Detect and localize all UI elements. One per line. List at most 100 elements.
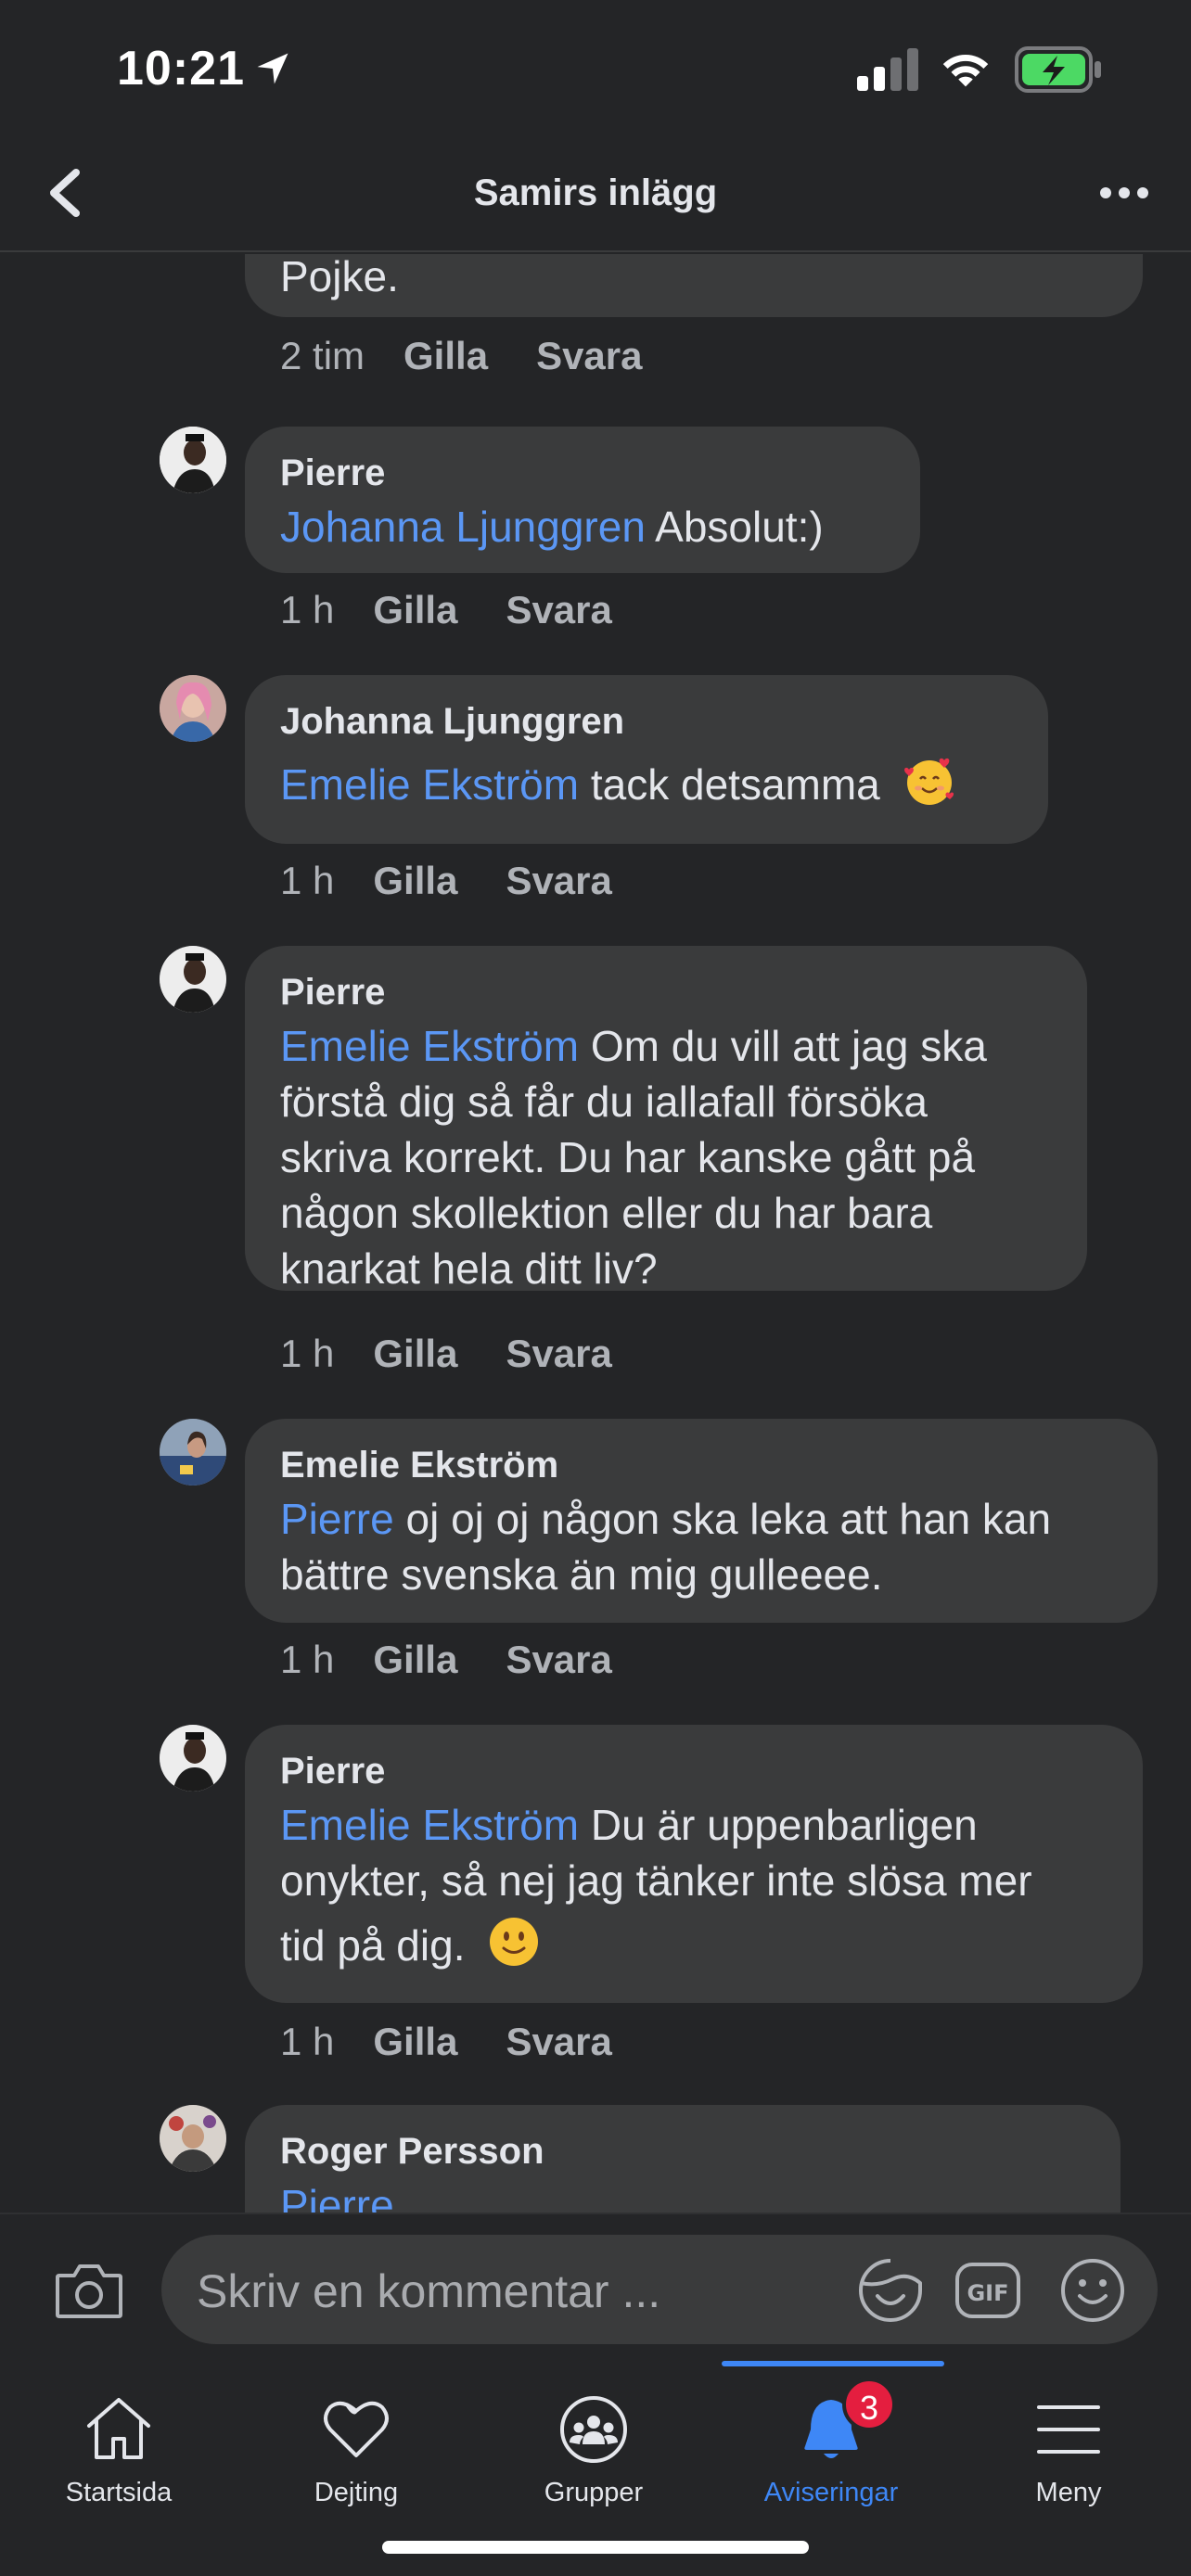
mention-link[interactable]: Emelie Ekström bbox=[280, 1022, 579, 1070]
comment-author[interactable]: Pierre bbox=[280, 966, 1052, 1018]
status-bar: 10:21 bbox=[0, 0, 1191, 139]
comment-text: Du är uppenbarligen bbox=[579, 1801, 978, 1849]
like-button[interactable]: Gilla bbox=[373, 588, 457, 632]
comment-text: Absolut:) bbox=[645, 503, 824, 551]
page-title: Samirs inlägg bbox=[473, 172, 718, 213]
comment-author[interactable]: Pierre bbox=[280, 447, 885, 499]
mention-link[interactable]: Pierre bbox=[280, 1495, 394, 1543]
like-button[interactable]: Gilla bbox=[373, 2020, 457, 2064]
comment-author[interactable]: Emelie Ekström bbox=[280, 1439, 1122, 1491]
profile-photo bbox=[160, 946, 226, 1013]
avatar[interactable] bbox=[160, 1419, 226, 1486]
comment-bubble: Roger Persson Pierre bbox=[245, 2105, 1121, 2213]
profile-photo bbox=[160, 1419, 226, 1486]
cellular-signal-icon bbox=[857, 48, 918, 91]
avatar[interactable] bbox=[160, 675, 226, 742]
tab-meny[interactable]: Meny bbox=[950, 2361, 1187, 2576]
mention-link[interactable]: Emelie Ekström bbox=[280, 760, 579, 809]
svg-text:GIF: GIF bbox=[967, 2280, 1008, 2306]
like-button[interactable]: Gilla bbox=[373, 1638, 457, 1682]
comment-actions: 2 tim Gilla Svara bbox=[280, 334, 691, 378]
tab-label: Aviseringar bbox=[763, 2478, 899, 2507]
tab-startsida[interactable]: Startsida bbox=[0, 2361, 237, 2576]
reply-button[interactable]: Svara bbox=[506, 2020, 611, 2064]
reply-button[interactable]: Svara bbox=[506, 588, 611, 632]
tab-label: Dejting bbox=[314, 2478, 399, 2507]
comment-actions: 1 h Gilla Svara bbox=[280, 1332, 660, 1376]
comment-input-placeholder: Skriv en kommentar ... bbox=[197, 2265, 661, 2317]
battery-charging-icon bbox=[1015, 46, 1101, 93]
avatar[interactable] bbox=[160, 946, 226, 1013]
comment-text: bättre svenska än mig gulleeee. bbox=[280, 1550, 883, 1599]
comment-time: 1 h bbox=[280, 1332, 335, 1375]
comment-time: 1 h bbox=[280, 2020, 335, 2063]
comment-author[interactable]: Pierre bbox=[280, 1745, 1108, 1797]
comment-text: Om du vill att jag ska bbox=[579, 1022, 987, 1070]
groups-icon bbox=[560, 2396, 627, 2463]
wifi-icon bbox=[942, 54, 989, 87]
comment-text: förstå dig så får du iallafall försöka bbox=[280, 1078, 928, 1126]
menu-icon bbox=[1037, 2405, 1100, 2454]
heart-icon bbox=[324, 2401, 389, 2457]
comment-text: Pojke. bbox=[280, 254, 399, 300]
comment-text: någon skollektion eller du har bara bbox=[280, 1189, 933, 1237]
comment-bubble: Johanna Ljunggren Emelie Ekström tack de… bbox=[245, 675, 1048, 844]
tab-label: Startsida bbox=[65, 2478, 173, 2507]
comment-bubble: Pierre Emelie Ekström Om du vill att jag… bbox=[245, 946, 1087, 1293]
like-button[interactable]: Gilla bbox=[373, 859, 457, 903]
home-indicator bbox=[382, 2541, 809, 2554]
mention-link[interactable]: Pierre bbox=[280, 2181, 394, 2213]
gif-icon[interactable]: GIF bbox=[954, 2259, 1022, 2322]
like-button[interactable]: Gilla bbox=[403, 334, 488, 378]
comment-bubble: Pierre Johanna Ljunggren Absolut:) bbox=[245, 427, 920, 573]
comment-author[interactable]: Johanna Ljunggren bbox=[280, 695, 1013, 747]
sticker-icon[interactable] bbox=[855, 2255, 926, 2326]
avatar[interactable] bbox=[160, 427, 226, 493]
comment-bubble: Emelie Ekström Pierre oj oj oj någon ska… bbox=[245, 1419, 1158, 1623]
comment-actions: 1 h Gilla Svara bbox=[280, 2020, 660, 2064]
mention-link[interactable]: Johanna Ljunggren bbox=[280, 503, 646, 551]
comment-time: 1 h bbox=[280, 588, 335, 631]
comment-text: knarkat hela ditt liv? bbox=[280, 1244, 658, 1293]
smiling-face-with-hearts-icon bbox=[903, 758, 954, 805]
comment-time: 2 tim bbox=[280, 334, 365, 377]
status-time: 10:21 bbox=[117, 42, 245, 96]
slightly-smiling-face-icon bbox=[490, 1918, 539, 1966]
comment-bubble: Pierre Emelie Ekström Du är uppenbarlige… bbox=[245, 1725, 1143, 2003]
profile-photo bbox=[160, 1725, 226, 1792]
reply-button[interactable]: Svara bbox=[506, 1332, 611, 1376]
comment-time: 1 h bbox=[280, 859, 335, 902]
reply-button[interactable]: Svara bbox=[506, 859, 611, 903]
reply-button[interactable]: Svara bbox=[536, 334, 642, 378]
emoji-icon[interactable] bbox=[1057, 2255, 1128, 2326]
comment-time: 1 h bbox=[280, 1638, 335, 1681]
comment-text: onykter, så nej jag tänker inte slösa me… bbox=[280, 1856, 1032, 1905]
screen: 10:21 Samirs inlägg Pojke. 2 tim Gilla S… bbox=[0, 0, 1191, 2576]
home-icon bbox=[87, 2398, 150, 2459]
comment-text: tack detsamma bbox=[579, 760, 880, 809]
comment-text: oj oj oj någon ska leka att han kan bbox=[393, 1495, 1052, 1543]
comment-bubble: Pojke. bbox=[245, 254, 1143, 317]
comment-actions: 1 h Gilla Svara bbox=[280, 859, 660, 903]
comment-composer: Skriv en kommentar ... GIF bbox=[0, 2213, 1191, 2361]
comment-input[interactable]: Skriv en kommentar ... GIF bbox=[161, 2235, 1158, 2344]
reply-button[interactable]: Svara bbox=[506, 1638, 611, 1682]
avatar[interactable] bbox=[160, 1725, 226, 1792]
comment-text: tid på dig. bbox=[280, 1921, 466, 1970]
comment-actions: 1 h Gilla Svara bbox=[280, 1638, 660, 1682]
like-button[interactable]: Gilla bbox=[373, 1332, 457, 1376]
comment-actions: 1 h Gilla Svara bbox=[280, 588, 660, 632]
more-options-icon[interactable] bbox=[1098, 184, 1150, 202]
comment-feed[interactable]: Pojke. 2 tim Gilla Svara Pierre Johanna … bbox=[0, 254, 1191, 2213]
mention-link[interactable]: Emelie Ekström bbox=[280, 1801, 579, 1849]
camera-icon[interactable] bbox=[54, 2261, 124, 2322]
notification-badge: 3 bbox=[842, 2378, 896, 2431]
tab-label: Grupper bbox=[544, 2478, 644, 2507]
profile-photo bbox=[160, 427, 226, 493]
nav-header: Samirs inlägg bbox=[0, 139, 1191, 252]
avatar[interactable] bbox=[160, 2105, 226, 2172]
location-arrow-icon bbox=[257, 53, 288, 84]
tab-label: Meny bbox=[1035, 2478, 1102, 2507]
comment-author[interactable]: Roger Persson bbox=[280, 2125, 1085, 2177]
profile-photo bbox=[160, 2105, 226, 2172]
